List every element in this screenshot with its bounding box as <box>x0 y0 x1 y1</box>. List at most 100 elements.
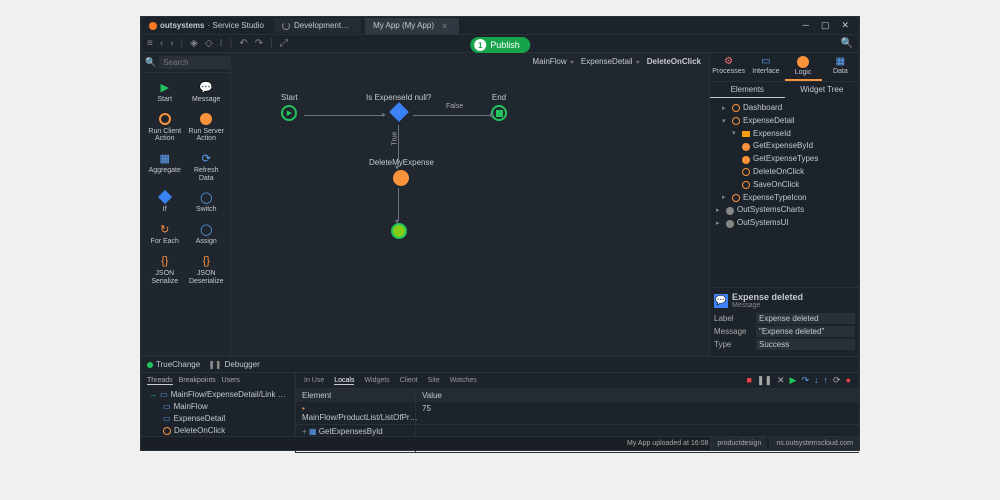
maximize-icon[interactable]: ▢ <box>821 20 830 31</box>
element-icon[interactable]: ◇ <box>205 38 213 49</box>
restart-icon[interactable]: ⟳ <box>833 375 841 386</box>
tool-aggregate[interactable]: ▦Aggregate <box>145 148 185 185</box>
minimize-icon[interactable]: ─ <box>803 20 809 31</box>
tab-widgets[interactable]: Widgets <box>364 377 389 384</box>
agg-icon: ▦ <box>309 427 317 436</box>
threads-tabs: Threads Breakpoints Users <box>141 375 295 387</box>
server-action-icon <box>199 112 213 126</box>
brand-suffix: · Service Studio <box>207 21 263 30</box>
tool-message[interactable]: 💬Message <box>187 77 227 107</box>
tree-item[interactable]: ▸OutSystemsUI <box>712 217 857 230</box>
step-over-icon[interactable]: ↷ <box>801 375 809 386</box>
undo-icon[interactable]: ↶ <box>239 38 247 49</box>
tab-truechange[interactable]: TrueChange <box>147 360 200 369</box>
element-tree[interactable]: ▸Dashboard ▾ExpenseDetail ▾ExpenseId Get… <box>710 98 859 234</box>
step-into-icon[interactable]: ↓ <box>814 375 819 386</box>
tool-refresh-data[interactable]: ⟳Refresh Data <box>187 148 227 185</box>
tree-item[interactable]: GetExpenseById <box>712 140 857 153</box>
publish-button[interactable]: 1 Publish <box>470 37 530 53</box>
tool-server-action[interactable]: Run Server Action <box>187 109 227 146</box>
property-dropdown[interactable]: Success <box>756 339 855 350</box>
property-input[interactable]: "Expense deleted" <box>756 326 855 337</box>
right-panel: ⚙Processes ▭Interface Logic ▦Data Elemen… <box>709 53 859 356</box>
stop-icon[interactable]: ■ <box>746 375 751 386</box>
tree-item[interactable]: ▾ExpenseDetail <box>712 115 857 128</box>
tool-switch[interactable]: ◯Switch <box>187 187 227 217</box>
client-action-icon <box>163 427 171 435</box>
tab-processes[interactable]: ⚙Processes <box>710 53 747 81</box>
thread-item[interactable]: →▭MainFlow/ExpenseDetail/Link … <box>145 389 291 401</box>
redo-icon[interactable]: ↷ <box>255 38 263 49</box>
tree-item[interactable]: ▾ExpenseId <box>712 128 857 141</box>
tab-data[interactable]: ▦Data <box>822 53 859 81</box>
tab-users[interactable]: Users <box>222 377 240 385</box>
close-icon[interactable]: ✕ <box>841 20 849 31</box>
back-icon[interactable]: ‹ <box>160 38 163 49</box>
tree-item[interactable]: ▸ExpenseTypeIcon <box>712 192 857 205</box>
more-icon[interactable]: ⁝ <box>220 38 223 49</box>
subtab-widget-tree[interactable]: Widget Tree <box>785 82 860 98</box>
tree-item[interactable]: DeleteOnClick <box>712 166 857 179</box>
tool-json-serialize[interactable]: {}JSON Serialize <box>145 251 185 288</box>
data-icon: ▦ <box>836 56 845 67</box>
pause-icon[interactable]: ❚❚ <box>757 375 772 386</box>
abort-icon[interactable]: ✕ <box>777 375 785 386</box>
tool-assign[interactable]: ◯Assign <box>187 219 227 249</box>
bug-icon[interactable]: ● <box>846 375 851 386</box>
tab-breakpoints[interactable]: Breakpoints <box>179 377 216 385</box>
tab-locals[interactable]: Locals <box>334 377 354 385</box>
tool-json-deserialize[interactable]: {}JSON Deserialize <box>187 251 227 288</box>
property-row: Message"Expense deleted" <box>714 326 855 337</box>
flow-canvas[interactable]: MainFlow▸ ExpenseDetail▸ DeleteOnClick S… <box>231 53 709 356</box>
global-search-icon[interactable]: 🔍 <box>841 38 853 49</box>
tab-development[interactable]: Development… <box>274 18 361 33</box>
zoom-icon[interactable]: ⤢ <box>280 38 288 49</box>
status-user[interactable]: productdesign <box>710 437 767 450</box>
close-icon[interactable]: × <box>442 21 447 31</box>
tree-item[interactable]: SaveOnClick <box>712 179 857 192</box>
node-action[interactable]: DeleteMyExpense <box>369 158 434 186</box>
play-icon[interactable]: ▶ <box>790 375 797 386</box>
tab-threads[interactable]: Threads <box>147 377 173 385</box>
tree-item[interactable]: ▸OutSystemsCharts <box>712 204 857 217</box>
tree-item[interactable]: ▸Dashboard <box>712 102 857 115</box>
tab-client[interactable]: Client <box>400 377 418 384</box>
tab-myapp[interactable]: My App (My App) × <box>365 18 459 34</box>
modules-icon[interactable]: ◈ <box>190 38 198 49</box>
edge-label-false: False <box>446 103 463 110</box>
subtab-elements[interactable]: Elements <box>710 82 785 98</box>
tab-label: My App (My App) <box>373 21 434 30</box>
for-each-icon: ↻ <box>158 222 172 236</box>
screen-icon <box>732 117 740 125</box>
brand-logo <box>149 22 157 30</box>
tool-if[interactable]: If <box>145 187 185 217</box>
breadcrumb[interactable]: MainFlow▸ ExpenseDetail▸ DeleteOnClick <box>532 57 701 66</box>
tool-start[interactable]: ▶Start <box>145 77 185 107</box>
forward-icon[interactable]: › <box>170 38 173 49</box>
tab-debugger[interactable]: ❚❚Debugger <box>208 360 260 369</box>
menu-icon[interactable]: ≡ <box>147 38 153 49</box>
tool-for-each[interactable]: ↻For Each <box>145 219 185 249</box>
locals-tabs: In Use Locals Widgets Client Site Watche… <box>296 373 859 388</box>
tab-label: Development… <box>294 21 349 30</box>
property-input[interactable]: Expense deleted <box>756 313 855 324</box>
tab-logic[interactable]: Logic <box>785 53 822 81</box>
node-start[interactable]: Start <box>281 93 298 121</box>
thread-item[interactable]: ▭ExpenseDetail <box>145 413 291 425</box>
tab-watches[interactable]: Watches <box>450 377 477 384</box>
thread-item[interactable]: ▭MainFlow <box>145 401 291 413</box>
tab-interface[interactable]: ▭Interface <box>747 53 784 81</box>
table-row[interactable]: ▪ MainFlow/ProductList/ListOfPr…75 <box>296 402 859 425</box>
brand-name: outsystems <box>160 21 204 30</box>
tool-client-action[interactable]: Run Client Action <box>145 109 185 146</box>
param-icon <box>742 131 750 137</box>
status-host[interactable]: ns.outsystemscloud.com <box>769 437 859 450</box>
tree-item[interactable]: GetExpenseTypes <box>712 153 857 166</box>
brand: outsystems · Service Studio <box>143 21 270 30</box>
tab-in-use[interactable]: In Use <box>304 377 324 384</box>
action-icon <box>742 143 750 151</box>
property-type: Message <box>732 302 803 309</box>
step-out-icon[interactable]: ↑ <box>824 375 829 386</box>
flow-icon: ▭ <box>163 401 171 413</box>
tab-site[interactable]: Site <box>428 377 440 384</box>
